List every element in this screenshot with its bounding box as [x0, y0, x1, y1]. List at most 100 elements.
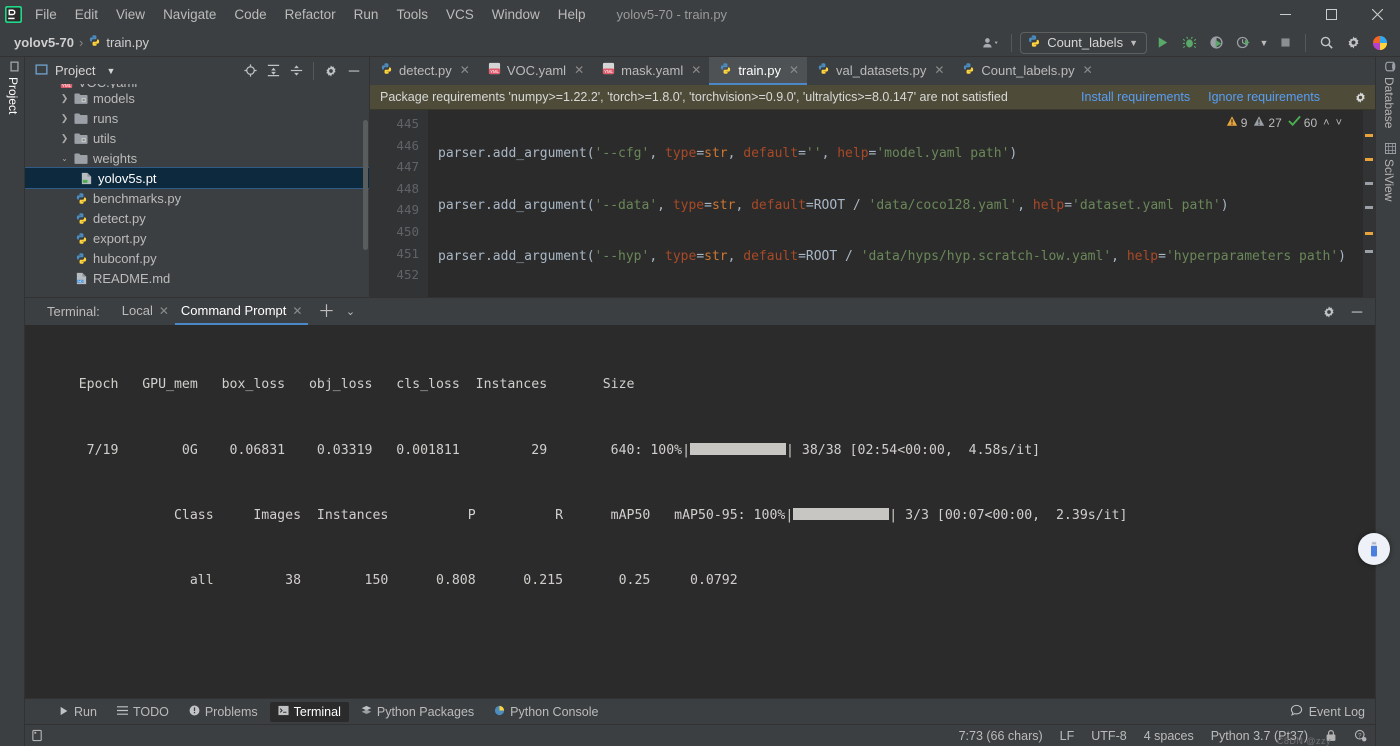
project-title[interactable]: Project ▼	[35, 63, 115, 79]
warning-count[interactable]: 9	[1226, 115, 1247, 130]
tree-item-yolov5s-pt[interactable]: yolov5s.pt	[25, 167, 369, 189]
stripe-item-sciview[interactable]: SciView	[1382, 142, 1397, 201]
chevron-down-icon[interactable]: ⌄	[57, 154, 72, 163]
close-icon[interactable]: ✕	[1083, 63, 1093, 77]
collapse-all-icon[interactable]	[285, 60, 307, 82]
terminal-tab-command-prompt[interactable]: Command Prompt ✕	[174, 298, 309, 325]
chevron-right-icon[interactable]: ❯	[57, 113, 72, 124]
user-dropdown-icon[interactable]	[979, 31, 1003, 55]
tab-val-datasets-py[interactable]: val_datasets.py ✕	[807, 57, 952, 85]
settings-icon[interactable]	[320, 60, 342, 82]
indent-setting[interactable]: 4 spaces	[1144, 729, 1194, 743]
stop-icon[interactable]	[1273, 31, 1297, 55]
prev-problem-icon[interactable]: ˄	[1323, 117, 1329, 129]
close-icon[interactable]: ✕	[934, 63, 944, 77]
tree-item-weights[interactable]: ⌄ weights	[25, 148, 369, 168]
chevron-right-icon[interactable]: ❯	[57, 93, 72, 104]
bottom-item-run[interactable]: Run	[51, 702, 105, 722]
bottom-item-todo[interactable]: TODO	[109, 702, 177, 722]
close-icon[interactable]: ✕	[292, 304, 302, 318]
menu-navigate[interactable]: Navigate	[154, 4, 225, 25]
run-with-coverage-icon[interactable]	[1204, 31, 1228, 55]
close-icon[interactable]: ✕	[691, 63, 701, 77]
menu-window[interactable]: Window	[483, 4, 549, 25]
menu-run[interactable]: Run	[345, 4, 388, 25]
line-separator[interactable]: LF	[1060, 729, 1075, 743]
tab-detect-py[interactable]: detect.py ✕	[370, 57, 478, 85]
menu-view[interactable]: View	[107, 4, 154, 25]
expand-all-icon[interactable]	[262, 60, 284, 82]
file-encoding[interactable]: UTF-8	[1091, 729, 1126, 743]
caret-position[interactable]: 7:73 (66 chars)	[959, 729, 1043, 743]
menu-refactor[interactable]: Refactor	[276, 4, 345, 25]
close-icon[interactable]: ✕	[460, 63, 470, 77]
project-widget-icon[interactable]	[31, 729, 44, 742]
stripe-item-project[interactable]: Project	[6, 61, 20, 114]
menu-vcs[interactable]: VCS	[437, 4, 483, 25]
code-text[interactable]: parser.add_argument('--cfg', type=str, d…	[428, 110, 1375, 297]
close-icon[interactable]: ✕	[574, 63, 584, 77]
menu-help[interactable]: Help	[549, 4, 595, 25]
settings-icon[interactable]	[1317, 300, 1341, 324]
run-configuration-selector[interactable]: Count_labels ▼	[1020, 31, 1147, 54]
tree-item-benchmarks-py[interactable]: benchmarks.py	[25, 188, 369, 208]
typo-count[interactable]: 60	[1288, 115, 1317, 130]
chevron-down-icon[interactable]: ▼	[106, 66, 115, 76]
bottom-item-problems[interactable]: Problems	[181, 702, 266, 722]
ide-helper-icon[interactable]	[1368, 31, 1392, 55]
tree-item-detect-py[interactable]: detect.py	[25, 208, 369, 228]
minimize-button[interactable]	[1262, 0, 1308, 28]
terminal-sessions-dropdown-icon[interactable]: ⌄	[338, 300, 362, 324]
ignore-requirements-link[interactable]: Ignore requirements	[1208, 90, 1320, 104]
tree-item-hubconf-py[interactable]: hubconf.py	[25, 248, 369, 268]
tab-voc-yaml[interactable]: YML VOC.yaml ✕	[478, 57, 592, 85]
scroll-marker-warning[interactable]	[1365, 158, 1373, 161]
stripe-item-favorites[interactable]: ★ Favorites	[0, 677, 3, 741]
menu-tools[interactable]: Tools	[387, 4, 437, 25]
tab-count-labels-py[interactable]: Count_labels.py ✕	[952, 57, 1100, 85]
tree-item-models[interactable]: ❯ models	[25, 88, 369, 108]
terminal-tab-local[interactable]: Local ✕	[116, 298, 175, 325]
chevron-right-icon[interactable]: ❯	[57, 133, 72, 144]
scroll-marker-warning[interactable]	[1365, 134, 1373, 137]
bottom-item-python-console[interactable]: Python Console	[486, 702, 606, 722]
code-editor[interactable]: 445 446 447 448 449 450 451 452 parser.a…	[370, 110, 1375, 297]
search-everywhere-icon[interactable]	[1314, 31, 1338, 55]
project-tree[interactable]: YML VOC.yaml ❯ models ❯	[25, 84, 369, 297]
new-terminal-session-icon[interactable]: ＋	[314, 300, 338, 324]
menu-edit[interactable]: Edit	[66, 4, 107, 25]
tree-item-readme-md[interactable]: MD README.md	[25, 268, 369, 288]
gear-icon[interactable]	[1354, 91, 1367, 104]
run-icon[interactable]	[1150, 31, 1174, 55]
menu-code[interactable]: Code	[225, 4, 275, 25]
terminal-output[interactable]: Epoch GPU_mem box_loss obj_loss cls_loss…	[25, 325, 1375, 698]
breadcrumb-file[interactable]: train.py	[88, 34, 149, 50]
bottom-item-terminal[interactable]: Terminal	[269, 701, 349, 722]
tab-train-py[interactable]: train.py ✕	[709, 57, 808, 85]
hide-icon[interactable]	[1345, 300, 1369, 324]
menu-file[interactable]: File	[26, 4, 66, 25]
profile-dropdown-icon[interactable]: ▼	[1258, 31, 1270, 55]
tab-mask-yaml[interactable]: YML mask.yaml ✕	[592, 57, 709, 85]
debug-icon[interactable]	[1177, 31, 1201, 55]
close-icon[interactable]: ✕	[159, 304, 169, 318]
scroll-marker-weak[interactable]	[1365, 182, 1373, 185]
inspection-widget[interactable]: 9 27 60 ˄ ˅	[1222, 114, 1345, 131]
usb-drive-floating-icon[interactable]	[1358, 533, 1390, 565]
weak-warning-count[interactable]: 27	[1253, 115, 1282, 130]
tree-item-runs[interactable]: ❯ runs	[25, 108, 369, 128]
inspection-profile-icon[interactable]: ?	[1354, 729, 1367, 742]
editor-scrollbar[interactable]	[1363, 110, 1375, 297]
stripe-item-database[interactable]: Database	[1382, 61, 1396, 128]
scroll-marker-weak[interactable]	[1365, 250, 1373, 253]
event-log-button[interactable]: Event Log	[1290, 704, 1365, 720]
profile-icon[interactable]	[1231, 31, 1255, 55]
scroll-marker-warning[interactable]	[1365, 232, 1373, 235]
tree-item-utils[interactable]: ❯ utils	[25, 128, 369, 148]
stripe-item-structure[interactable]: Structure	[0, 593, 3, 658]
bottom-item-python-packages[interactable]: Python Packages	[353, 702, 482, 722]
next-problem-icon[interactable]: ˅	[1336, 117, 1342, 129]
close-button[interactable]	[1354, 0, 1400, 28]
scroll-marker-weak[interactable]	[1365, 206, 1373, 209]
project-tree-scrollbar[interactable]	[363, 120, 368, 250]
